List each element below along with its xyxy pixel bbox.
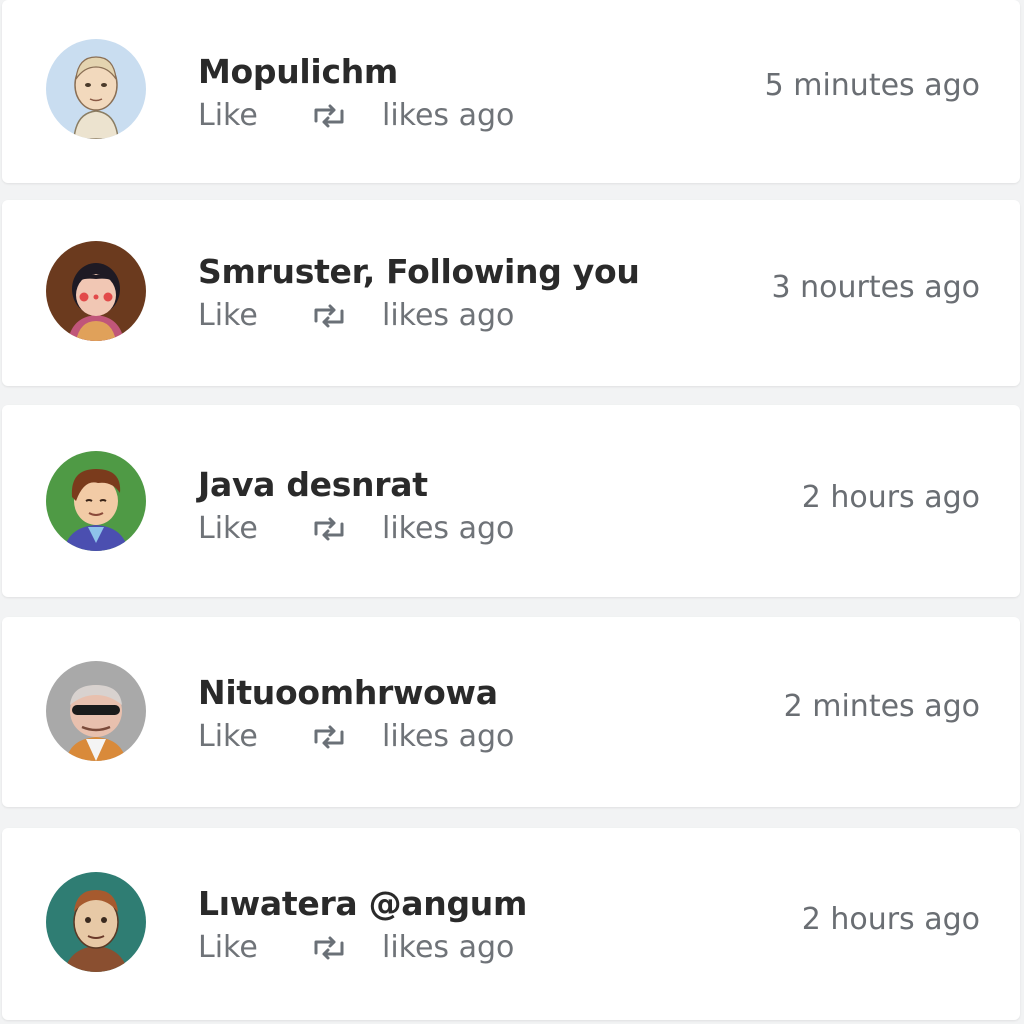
notification-feed: Mopulichm Like likes ago 5 minutes ago S… [0, 0, 1024, 1024]
notification-card[interactable]: Smruster, Following you Like likes ago 3… [2, 200, 1020, 386]
user-name[interactable]: Lıwatera @angum [198, 884, 527, 924]
timestamp: 2 hours ago [801, 480, 980, 515]
action-row: Like likes ago [198, 98, 514, 134]
action-row: Like likes ago [198, 511, 514, 547]
likes-meta: likes ago [382, 98, 515, 133]
action-row: Like likes ago [198, 930, 527, 966]
user-name[interactable]: Mopulichm [198, 52, 514, 92]
timestamp: 2 hours ago [801, 902, 980, 937]
avatar[interactable] [46, 451, 146, 551]
notification-content: Smruster, Following you Like likes ago [198, 252, 640, 334]
likes-meta: likes ago [382, 511, 515, 546]
like-button[interactable]: Like [198, 930, 310, 966]
like-button[interactable]: Like [198, 98, 310, 134]
user-name[interactable]: Nituoomhrwowa [198, 673, 514, 713]
retweet-icon[interactable] [310, 722, 382, 752]
retweet-icon[interactable] [310, 101, 382, 131]
avatar[interactable] [46, 872, 146, 972]
action-row: Like likes ago [198, 298, 640, 334]
notification-card[interactable]: Java desnrat Like likes ago 2 hours ago [2, 405, 1020, 597]
retweet-icon[interactable] [310, 514, 382, 544]
notification-card[interactable]: Nituoomhrwowa Like likes ago 2 mintes ag… [2, 617, 1020, 807]
retweet-icon[interactable] [310, 933, 382, 963]
avatar[interactable] [46, 39, 146, 139]
notification-card[interactable]: Lıwatera @angum Like likes ago 2 hours a… [2, 828, 1020, 1020]
timestamp: 5 minutes ago [764, 68, 980, 103]
user-name[interactable]: Java desnrat [198, 465, 514, 505]
avatar[interactable] [46, 241, 146, 341]
notification-content: Nituoomhrwowa Like likes ago [198, 673, 514, 755]
likes-meta: likes ago [382, 930, 515, 965]
like-button[interactable]: Like [198, 298, 310, 334]
user-name[interactable]: Smruster, Following you [198, 252, 640, 292]
like-button[interactable]: Like [198, 511, 310, 547]
notification-card[interactable]: Mopulichm Like likes ago 5 minutes ago [2, 0, 1020, 183]
likes-meta: likes ago [382, 719, 515, 754]
timestamp: 2 mintes ago [783, 689, 980, 724]
like-button[interactable]: Like [198, 719, 310, 755]
timestamp: 3 nourtes ago [771, 270, 980, 305]
likes-meta: likes ago [382, 298, 515, 333]
avatar[interactable] [46, 661, 146, 761]
notification-content: Java desnrat Like likes ago [198, 465, 514, 547]
action-row: Like likes ago [198, 719, 514, 755]
notification-content: Mopulichm Like likes ago [198, 52, 514, 134]
retweet-icon[interactable] [310, 301, 382, 331]
notification-content: Lıwatera @angum Like likes ago [198, 884, 527, 966]
